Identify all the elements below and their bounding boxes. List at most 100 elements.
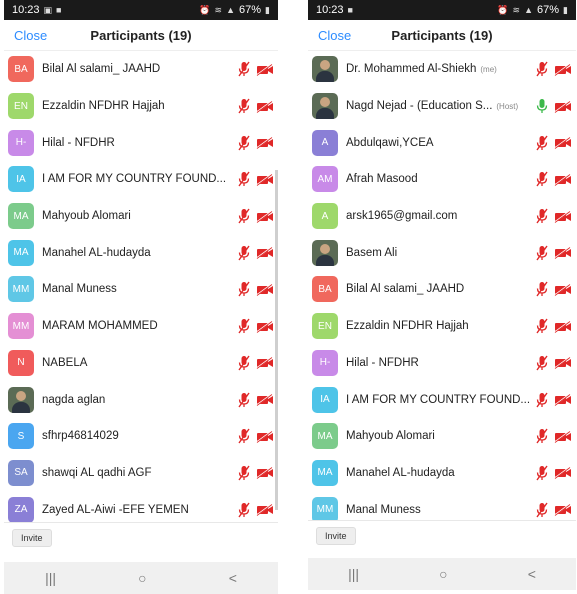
participant-status-icons — [536, 135, 572, 151]
participant-name-text: Mahyoub Alomari — [42, 210, 131, 223]
participant-name: Bilal Al salami_ JAAHD — [42, 63, 234, 75]
participant-name: Mahyoub Alomari — [42, 210, 234, 222]
participant-row[interactable]: H- Hilal - NFDHR — [308, 345, 576, 382]
avatar: BA — [312, 276, 338, 303]
participant-status-icons — [536, 392, 572, 408]
participant-row[interactable]: nagda aglan — [4, 381, 278, 418]
participant-row[interactable]: Aarsk1965@gmail.com — [308, 198, 576, 235]
participant-name: Ezzaldin NFDHR Hajjah — [346, 320, 532, 332]
participant-row[interactable]: N NABELA — [4, 345, 278, 382]
participant-name-text: Zayed AL-Aiwi -EFE YEMEN — [42, 503, 189, 516]
participant-name: Manal Muness — [42, 283, 234, 295]
participant-row[interactable]: Basem Ali — [308, 234, 576, 271]
avatar: S — [8, 423, 34, 450]
video-icon: ■ — [56, 5, 62, 15]
recents-nav-icon[interactable]: ||| — [348, 566, 359, 582]
recents-nav-icon[interactable]: ||| — [45, 570, 56, 586]
avatar: IA — [8, 166, 34, 193]
video-off-icon — [256, 99, 274, 113]
participant-row[interactable]: H- Hilal - NFDHR — [4, 124, 278, 161]
participant-row[interactable]: Dr. Mohammed Al-Shiekh (me) — [308, 51, 576, 88]
home-nav-icon[interactable]: ○ — [439, 566, 447, 582]
participant-name: Hilal - NFDHR — [346, 357, 532, 369]
mic-muted-icon — [238, 208, 250, 224]
participant-row[interactable]: Ssfhrp46814029 — [4, 418, 278, 455]
participant-name: Nagd Nejad - (Education S... (Host) — [346, 100, 532, 112]
participant-list[interactable]: BA Bilal Al salami_ JAAHD EN Ezzaldin NFDHR… — [4, 51, 278, 528]
video-off-icon — [256, 393, 274, 406]
video-off-icon — [256, 503, 274, 516]
home-nav-icon[interactable]: ○ — [138, 570, 146, 586]
avatar: H- — [312, 349, 338, 376]
scrollbar[interactable] — [275, 170, 278, 510]
avatar: MA — [312, 459, 338, 486]
avatar — [312, 239, 338, 266]
participant-row[interactable]: MA Manahel AL-hudayda — [308, 455, 576, 492]
participant-status-icons — [238, 355, 274, 371]
back-nav-icon[interactable]: < — [528, 566, 536, 582]
participant-name: Dr. Mohammed Al-Shiekh (me) — [346, 63, 532, 75]
participant-list[interactable]: Dr. Mohammed Al-Shiekh (me) Nagd Nejad - (… — [308, 51, 576, 528]
participant-row[interactable]: BA Bilal Al salami_ JAAHD — [308, 271, 576, 308]
participant-name: NABELA — [42, 357, 234, 369]
participant-row[interactable]: BA Bilal Al salami_ JAAHD — [4, 51, 278, 88]
participant-row[interactable]: IA I AM FOR MY COUNTRY FOUND... — [4, 161, 278, 198]
battery-percent: 67% — [537, 4, 560, 16]
signal-icon: ▲ — [226, 5, 236, 15]
participant-status-icons — [238, 281, 274, 297]
avatar — [312, 93, 338, 120]
avatar: SA — [8, 459, 34, 486]
participant-row[interactable]: MA Mahyoub Alomari — [4, 198, 278, 235]
participant-row[interactable]: MM Manal Muness — [4, 271, 278, 308]
avatar: ZA — [8, 496, 34, 523]
participant-name-text: I AM FOR MY COUNTRY FOUND... — [42, 173, 227, 186]
participant-name: shawqi AL qadhi AGF — [42, 467, 234, 479]
video-off-icon — [554, 393, 572, 406]
battery-icon: ▮ — [265, 4, 270, 15]
invite-button[interactable]: Invite — [12, 529, 52, 547]
invite-bar: Invite — [308, 520, 576, 555]
participant-name-text: Manal Muness — [42, 283, 117, 296]
close-button[interactable]: Close — [14, 28, 47, 43]
mic-muted-icon — [536, 392, 548, 408]
participant-name-text: Ezzaldin NFDHR Hajjah — [42, 100, 165, 113]
mic-muted-icon — [238, 98, 250, 114]
participant-row[interactable]: IA I AM FOR MY COUNTRY FOUND... — [308, 381, 576, 418]
video-icon: ■ — [347, 5, 353, 15]
participant-row[interactable]: Nagd Nejad - (Education S... (Host) — [308, 88, 576, 125]
mic-muted-icon — [238, 428, 250, 444]
participant-name-text: Manahel AL-hudayda — [346, 466, 455, 479]
close-button[interactable]: Close — [318, 28, 351, 43]
participant-row[interactable]: EN Ezzaldin NFDHR Hajjah — [4, 88, 278, 125]
alarm-icon: ⏰ — [497, 4, 509, 15]
participant-row[interactable]: SA shawqi AL qadhi AGF — [4, 455, 278, 492]
video-off-icon — [256, 283, 274, 296]
participant-name: Hilal - NFDHR — [42, 137, 234, 149]
participant-name: Zayed AL-Aiwi -EFE YEMEN — [42, 504, 234, 516]
video-off-icon — [256, 246, 274, 260]
invite-button[interactable]: Invite — [316, 527, 356, 545]
signal-icon: ▲ — [524, 5, 534, 15]
video-off-icon — [256, 356, 274, 370]
mic-muted-icon — [238, 171, 250, 187]
participant-name-text: I AM FOR MY COUNTRY FOUND... — [346, 393, 531, 406]
participants-header: Close Participants (19) — [308, 20, 576, 51]
participant-name-text: Abdulqawi,YCEA — [346, 136, 434, 149]
avatar — [312, 56, 338, 83]
participant-row[interactable]: MA Manahel AL-hudayda — [4, 234, 278, 271]
participant-row[interactable]: EN Ezzaldin NFDHR Hajjah — [308, 308, 576, 345]
participant-status-icons — [238, 208, 274, 224]
video-off-icon — [554, 99, 572, 113]
video-off-icon — [554, 503, 572, 516]
participant-status-icons — [238, 502, 274, 518]
participant-row[interactable]: MA Mahyoub Alomari — [308, 418, 576, 455]
status-time: 10:23 — [316, 4, 344, 16]
participant-row[interactable]: A Abdulqawi,YCEA — [308, 124, 576, 161]
participant-name: Manal Muness — [346, 504, 532, 516]
participant-row[interactable]: AM Afrah Masood — [308, 161, 576, 198]
back-nav-icon[interactable]: < — [229, 570, 237, 586]
participant-name-text: Hilal - NFDHR — [42, 136, 115, 149]
participant-row[interactable]: MM MARAM MOHAMMED — [4, 308, 278, 345]
status-time: 10:23 — [12, 4, 40, 16]
participant-name: Afrah Masood — [346, 173, 532, 185]
